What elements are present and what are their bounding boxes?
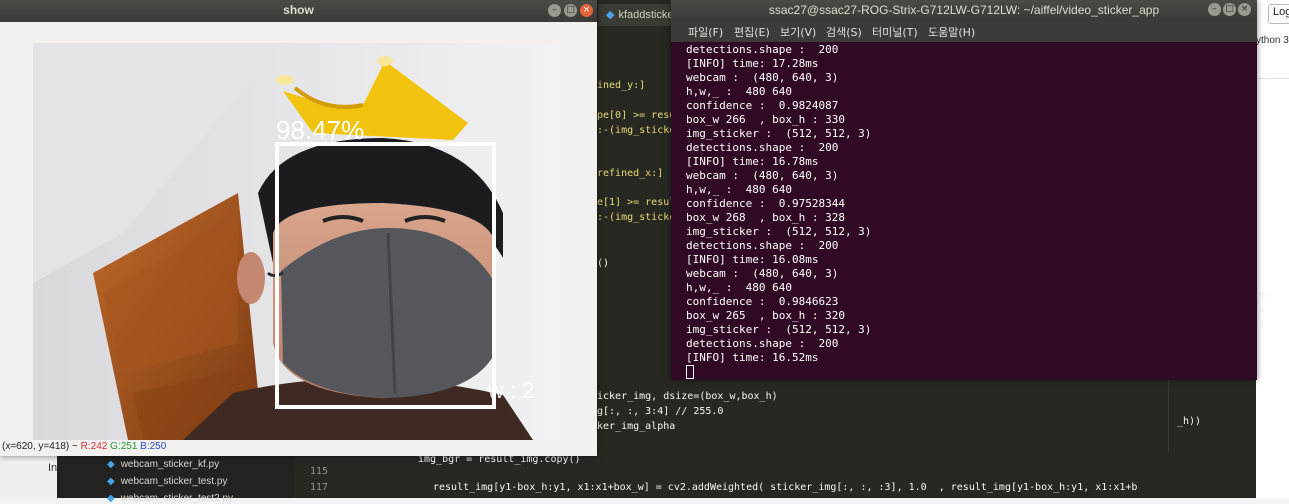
code-fragment: ined_y:]: [597, 80, 646, 91]
maximize-button[interactable]: □: [1223, 3, 1236, 16]
confidence-label: 98.47%: [276, 115, 364, 145]
python-file-icon: ◆: [606, 9, 615, 21]
code-line: g[:, :, 3:4] // 255.0: [597, 406, 724, 417]
line-number: 117: [310, 482, 329, 493]
overlay-text: w : 2: [487, 378, 534, 403]
file-name: webcam_sticker_test2.py: [120, 493, 233, 504]
close-button[interactable]: ×: [1238, 3, 1251, 16]
code-fragment: refined_x:]: [597, 168, 664, 179]
line-number-gutter: 115 117: [294, 452, 366, 498]
pixel-status-bar: (x=620, y=418) ~ R:242 G:251 B:250: [2, 441, 166, 452]
minimize-button[interactable]: –: [1208, 3, 1221, 16]
python-file-icon: ◆: [107, 476, 115, 487]
blue-value: B:250: [140, 441, 167, 452]
terminal-line: detections.shape : 200: [686, 337, 839, 350]
menu-help[interactable]: 도움말(H): [928, 24, 975, 40]
terminal-line: box_w 266 , box_h : 330: [686, 113, 845, 126]
terminal-line: [INFO] time: 16.08ms: [686, 253, 819, 266]
menu-edit[interactable]: 편집(E): [734, 24, 770, 40]
terminal-line: img_sticker : (512, 512, 3): [686, 323, 872, 336]
red-value: R:242: [80, 441, 108, 452]
terminal-line: confidence : 0.97528344: [686, 197, 845, 210]
show-window: show – □ × 98.47% w: 2 (x=620, y=418) ~…: [0, 0, 597, 456]
terminal-cursor: [686, 365, 694, 379]
terminal-line: webcam : (480, 640, 3): [686, 71, 839, 84]
terminal-line: [INFO] time: 16.78ms: [686, 155, 819, 168]
terminal-line: h,w,_ : 480 640: [686, 85, 792, 98]
python-file-icon: ◆: [107, 493, 115, 504]
window-fragment-text: In: [48, 462, 58, 474]
code-line: ker_img_alpha: [597, 421, 676, 432]
terminal-line: detections.shape : 200: [686, 141, 839, 154]
terminal-window: ssac27@ssac27-ROG-Strix-G712LW-G712LW: ~…: [671, 0, 1257, 380]
terminal-title: ssac27@ssac27-ROG-Strix-G712LW-G712LW: ~…: [768, 3, 1160, 17]
minimize-button[interactable]: –: [548, 4, 561, 17]
file-tree-item[interactable]: ◆ webcam_sticker_test2.py: [107, 493, 233, 504]
terminal-line: box_w 265 , box_h : 320: [686, 309, 845, 322]
menu-view[interactable]: 보기(V): [780, 24, 816, 40]
code-fragment: (): [597, 258, 610, 269]
terminal-titlebar[interactable]: ssac27@ssac27-ROG-Strix-G712LW-G712LW: ~…: [671, 0, 1257, 20]
kernel-label: ython 3: [1256, 35, 1289, 46]
maximize-button[interactable]: □: [564, 4, 577, 17]
code-area: img_bgr = result_img.copy() result_img[y…: [366, 452, 1176, 498]
terminal-menubar: 파일(F) 편집(E) 보기(V) 검색(S) 터미널(T) 도움말(H): [671, 20, 1257, 42]
divider: [1256, 78, 1289, 79]
terminal-line: detections.shape : 200: [686, 43, 839, 56]
window-titlebar[interactable]: show – □ ×: [0, 0, 597, 22]
file-name: webcam_sticker_test.py: [120, 476, 228, 487]
menu-terminal[interactable]: 터미널(T): [872, 24, 918, 40]
terminal-line: webcam : (480, 640, 3): [686, 169, 839, 182]
terminal-line: detections.shape : 200: [686, 239, 839, 252]
file-tree-item[interactable]: ◆ webcam_sticker_test.py: [107, 476, 227, 487]
file-tree-item[interactable]: ◆ webcam_sticker_kf.py: [107, 459, 219, 470]
terminal-line: box_w 268 , box_h : 328: [686, 211, 845, 224]
terminal-output[interactable]: detections.shape : 200 [INFO] time: 17.2…: [686, 43, 1246, 380]
file-name: webcam_sticker_kf.py: [120, 459, 220, 470]
window-title: show: [283, 3, 314, 17]
terminal-line: img_sticker : (512, 512, 3): [686, 127, 872, 140]
terminal-line: img_sticker : (512, 512, 3): [686, 225, 872, 238]
close-button[interactable]: ×: [580, 4, 593, 17]
code-line: icker_img, dsize=(box_w,box_h): [597, 391, 778, 402]
line-number: 115: [310, 466, 329, 477]
browser-window-edge: Logi ython 3: [1255, 0, 1289, 498]
cursor-coords: (x=620, y=418) ~: [2, 441, 81, 452]
webcam-image: 98.47% w : 2: [33, 43, 560, 440]
terminal-line: h,w,_ : 480 640: [686, 183, 792, 196]
file-tree: ◆ webcam_sticker_kf.py ◆ webcam_sticker_te…: [57, 452, 294, 504]
terminal-line: [INFO] time: 17.28ms: [686, 57, 819, 70]
menu-search[interactable]: 검색(S): [826, 24, 862, 40]
code-line: result_img[y1-box_h:y1, x1:x1+box_w] = c…: [433, 482, 1138, 493]
menu-file[interactable]: 파일(F): [688, 24, 723, 40]
webcam-frame: 98.47% w : 2: [33, 43, 560, 440]
code-fragment: _h)): [1177, 416, 1202, 427]
terminal-line: webcam : (480, 640, 3): [686, 267, 839, 280]
terminal-line: h,w,_ : 480 640: [686, 281, 792, 294]
terminal-line: confidence : 0.9846623: [686, 295, 839, 308]
terminal-line: confidence : 0.9824087: [686, 99, 839, 112]
background-window: In: [0, 452, 57, 498]
python-file-icon: ◆: [107, 459, 115, 470]
terminal-line: [INFO] time: 16.52ms: [686, 351, 819, 364]
login-button[interactable]: Logi: [1268, 4, 1289, 24]
editor-right-pane: _h)): [1168, 380, 1256, 498]
green-value: G:251: [110, 441, 138, 452]
